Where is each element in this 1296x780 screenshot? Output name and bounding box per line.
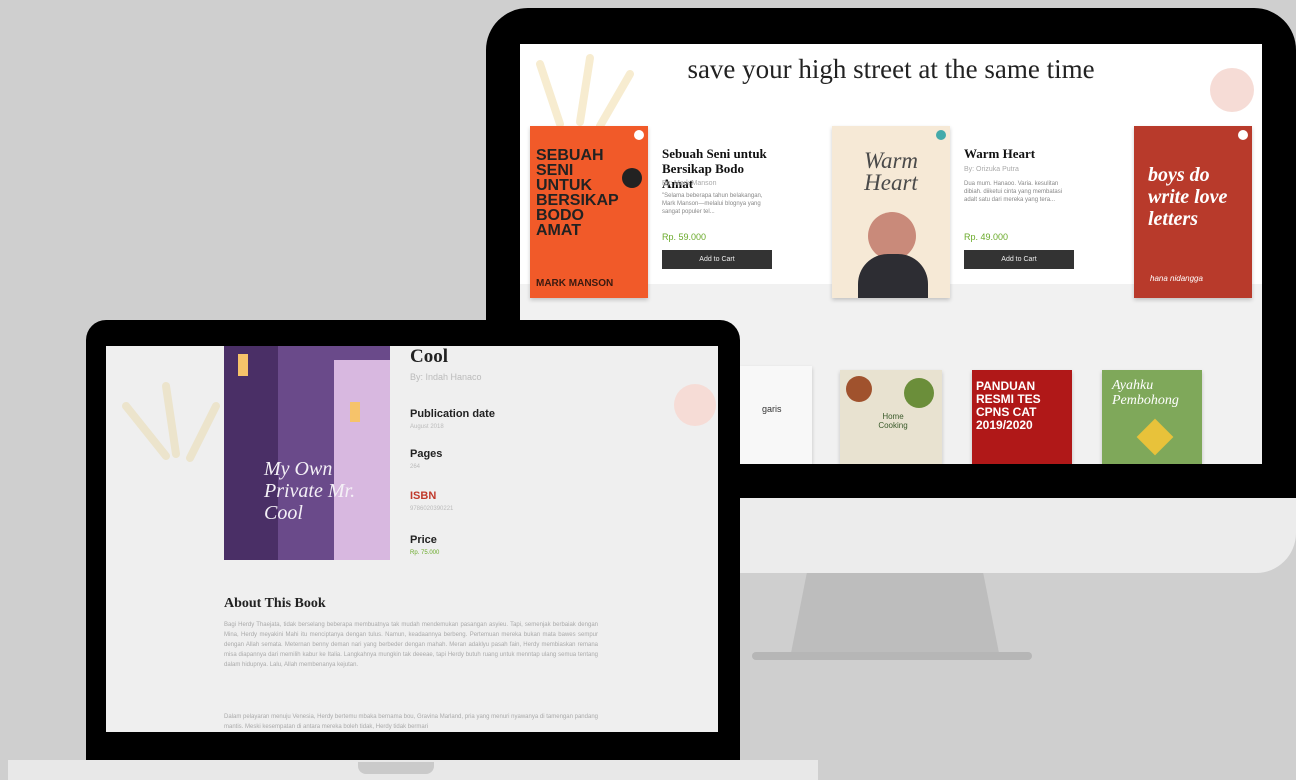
- cover-window: [238, 354, 248, 376]
- about-paragraph: Bagi Herdy Thaejata, tidak berselang beb…: [224, 622, 598, 668]
- cover-title: Ayahku Pembohong: [1112, 378, 1179, 408]
- laptop-notch: [358, 762, 434, 774]
- cover-title: Home Cooking: [878, 412, 908, 430]
- add-to-cart-button[interactable]: Add to Cart: [662, 250, 772, 269]
- pages-value: 264: [410, 464, 421, 470]
- book-cover-sebuah-seni[interactable]: SEBUAH SENI UNTUK BERSIKAP BODO AMAT MAR…: [530, 126, 648, 298]
- decorative-circle: [674, 384, 716, 426]
- cover-title: Warm Heart: [863, 148, 919, 195]
- price-value: Rp. 75.000: [410, 550, 440, 556]
- laptop-screen: My Own Private Mr. Cool Cool By: Indah H…: [106, 346, 718, 732]
- book-description: Dua mum. Hanaoo. Varia. kesulitan dibiah…: [964, 181, 1063, 203]
- cover-title: garis: [762, 404, 782, 414]
- cover-dish: [846, 376, 872, 402]
- cover-dish: [904, 378, 934, 408]
- book-author: By: Mark Manson: [662, 180, 717, 187]
- desktop-stand-foot: [752, 652, 1032, 660]
- book-title: Cool: [410, 346, 448, 367]
- book-price: Rp. 59.000: [662, 232, 707, 242]
- book-cover-ayahku[interactable]: Ayahku Pembohong: [1102, 370, 1202, 464]
- publication-label: Publication date: [410, 408, 495, 420]
- sunburst-decoration: [122, 382, 220, 462]
- book-description: "Selama beberapa tahun belakangan, Mark …: [662, 193, 763, 215]
- desktop-stand: [790, 573, 1000, 658]
- isbn-value: 9786020390221: [410, 506, 454, 512]
- book-title[interactable]: Warm Heart: [964, 146, 1074, 161]
- book-cover-boys-do-write[interactable]: boys do write love letters hana nidangga: [1134, 126, 1252, 298]
- book-cover-mr-cool: My Own Private Mr. Cool: [224, 346, 390, 560]
- book-card-info: Warm Heart By: Orizuka Putra Dua mum. Ha…: [956, 140, 1076, 280]
- cover-title: My Own Private Mr. Cool: [264, 458, 356, 524]
- price-label: Price: [410, 534, 437, 546]
- book-cover-warm-heart[interactable]: Warm Heart: [832, 126, 950, 298]
- wishlist-icon[interactable]: [634, 130, 644, 140]
- book-cover-garis[interactable]: garis: [740, 366, 812, 464]
- cover-building-left: [224, 346, 278, 560]
- pages-label: Pages: [410, 448, 443, 460]
- add-to-cart-button[interactable]: Add to Cart: [964, 250, 1074, 269]
- book-author: By: Orizuka Putra: [964, 166, 1019, 173]
- cover-title: PANDUAN RESMI TES CPNS CAT 2019/2020: [976, 379, 1041, 432]
- about-paragraph: Dalam pelayaran menuju Venesia, Herdy be…: [224, 714, 598, 730]
- cover-title: boys do write love letters: [1148, 164, 1228, 230]
- hero-headline: save your high street at the same time: [687, 54, 1095, 84]
- book-cover-home-cooking[interactable]: Home Cooking: [840, 370, 942, 464]
- cover-window: [350, 402, 360, 422]
- cover-badge: [622, 168, 642, 188]
- about-heading: About This Book: [224, 596, 326, 611]
- book-author: By: Indah Hanaco: [410, 372, 482, 382]
- isbn-label: ISBN: [410, 490, 437, 502]
- book-card-info: Sebuah Seni untuk Bersikap Bodo Amat By:…: [654, 140, 774, 280]
- cover-kite: [1136, 418, 1174, 456]
- cover-title: SEBUAH SENI UNTUK BERSIKAP BODO AMAT: [536, 147, 619, 239]
- cover-author: hana nidangga: [1150, 274, 1203, 283]
- cover-illustration-head: [868, 212, 916, 260]
- book-price: Rp. 49.000: [964, 232, 1009, 242]
- publication-value: August 2018: [410, 424, 444, 430]
- book-cover-cpns[interactable]: PANDUAN RESMI TES CPNS CAT 2019/2020: [972, 370, 1072, 464]
- wishlist-icon[interactable]: [1238, 130, 1248, 140]
- cover-author: MARK MANSON: [536, 278, 614, 289]
- cover-illustration-body: [858, 254, 928, 298]
- wishlist-icon[interactable]: [936, 130, 946, 140]
